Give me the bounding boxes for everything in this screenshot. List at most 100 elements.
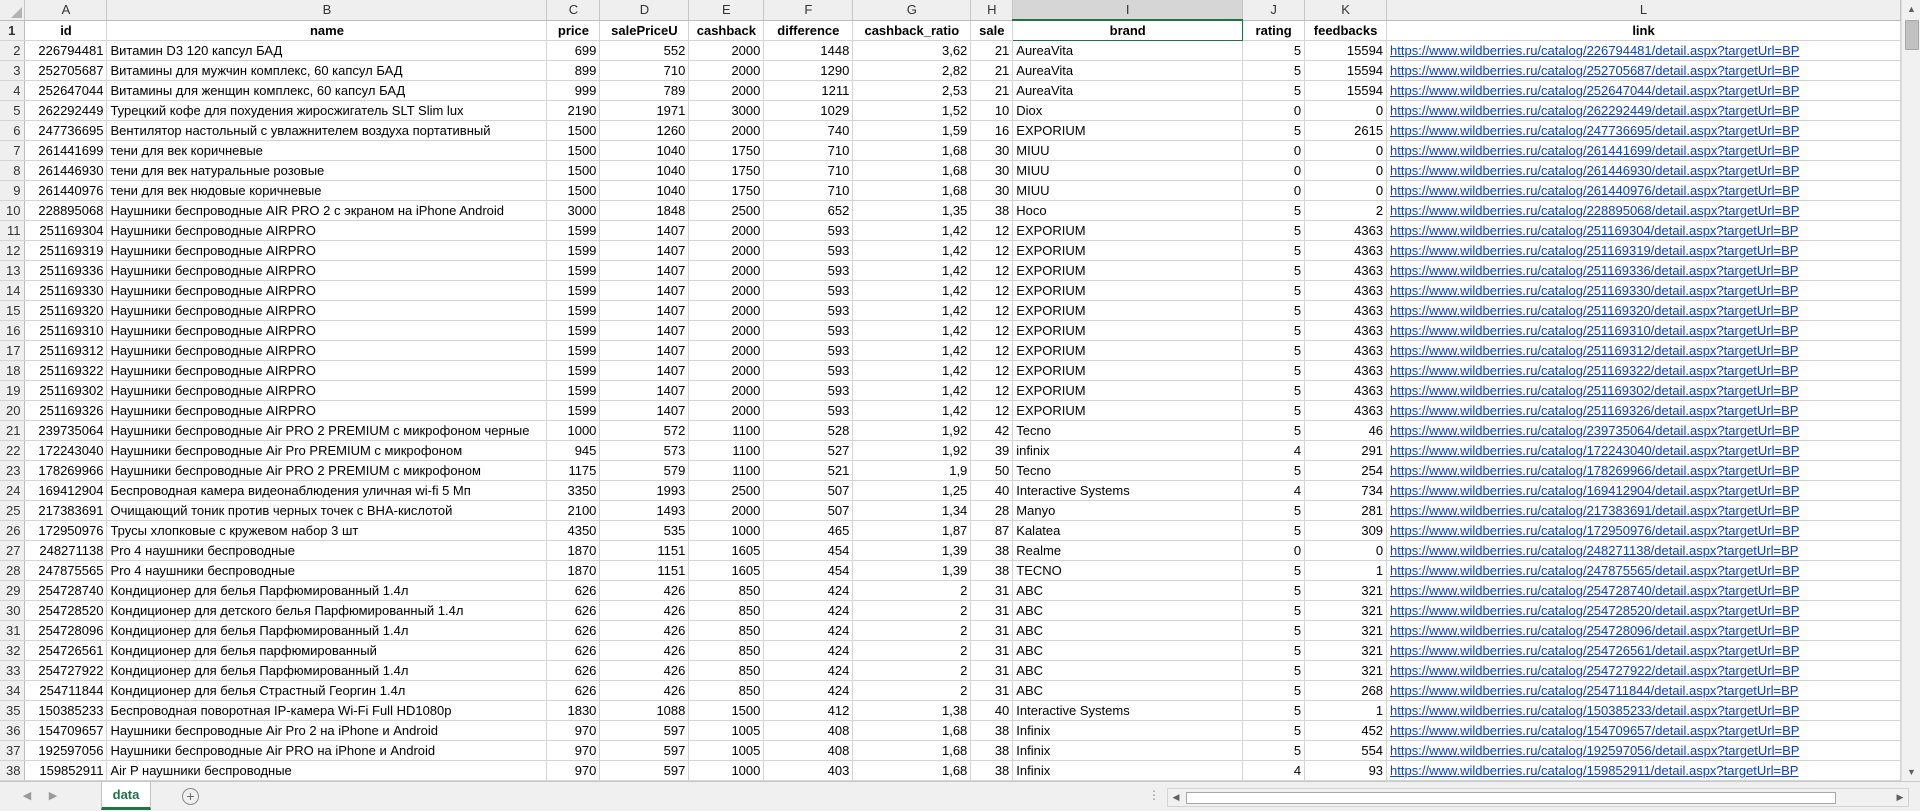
link-cell[interactable]: https://www.wildberries.ru/catalog/15470… [1386,720,1901,741]
table-cell[interactable]: 4363 [1304,280,1388,301]
link-cell[interactable]: https://www.wildberries.ru/catalog/24773… [1386,120,1901,141]
table-cell[interactable]: AureaVita [1012,80,1244,101]
table-cell[interactable]: 626 [546,600,601,621]
link-cell[interactable]: https://www.wildberries.ru/catalog/25116… [1386,240,1901,261]
table-cell[interactable]: 424 [763,600,854,621]
table-cell[interactable]: 593 [763,260,854,281]
table-cell[interactable]: 1,68 [852,720,972,741]
column-header-c[interactable]: C [546,0,601,21]
table-cell[interactable]: Наушники беспроводные Air PRO 2 PREMIUM … [106,420,548,441]
header-cell-salepriceu[interactable]: salePriceU [599,20,690,41]
table-cell[interactable]: 597 [599,760,690,781]
table-cell[interactable]: 2 [852,680,972,701]
table-cell[interactable]: 1599 [546,380,601,401]
link-cell[interactable]: https://www.wildberries.ru/catalog/26229… [1386,100,1901,121]
table-cell[interactable]: 454 [763,540,854,561]
table-cell[interactable]: 1407 [599,340,690,361]
table-cell[interactable]: 740 [763,120,854,141]
prev-sheet-arrow-icon[interactable]: ◀ [18,787,36,805]
table-cell[interactable]: 21 [970,80,1014,101]
table-cell[interactable]: 5 [1242,340,1306,361]
header-cell-brand[interactable]: brand [1012,19,1244,41]
table-cell[interactable]: 1599 [546,340,601,361]
table-cell[interactable]: 0 [1242,100,1306,121]
table-cell[interactable]: 38 [970,560,1014,581]
table-cell[interactable]: 593 [763,320,854,341]
table-cell[interactable]: 254 [1304,460,1388,481]
table-cell[interactable]: 15594 [1304,80,1388,101]
table-cell[interactable]: 2 [852,620,972,641]
table-cell[interactable]: Наушники беспроводные AIRPRO [106,300,548,321]
table-cell[interactable]: Вентилятор настольный с увлажнителем воз… [106,120,548,141]
table-cell[interactable]: EXPORIUM [1012,400,1244,421]
scroll-down-arrow-icon[interactable]: ▼ [1902,763,1920,781]
table-cell[interactable]: 1870 [546,560,601,581]
table-cell[interactable]: 408 [763,720,854,741]
table-cell[interactable]: EXPORIUM [1012,280,1244,301]
table-cell[interactable]: 452 [1304,720,1388,741]
table-cell[interactable]: 424 [763,580,854,601]
table-cell[interactable]: 626 [546,640,601,661]
table-cell[interactable]: 30 [970,140,1014,161]
table-cell[interactable]: 1750 [688,180,765,201]
table-cell[interactable]: 528 [763,420,854,441]
table-cell[interactable]: 789 [599,80,690,101]
table-cell[interactable]: 4363 [1304,340,1388,361]
table-cell[interactable]: EXPORIUM [1012,300,1244,321]
table-cell[interactable]: 4363 [1304,260,1388,281]
table-cell[interactable]: 5 [1242,40,1306,61]
table-cell[interactable]: 5 [1242,400,1306,421]
table-cell[interactable]: 573 [599,440,690,461]
table-cell[interactable]: 2000 [688,60,765,81]
row-header[interactable]: 12 [0,240,26,261]
row-header[interactable]: 33 [0,660,26,681]
link-cell[interactable]: https://www.wildberries.ru/catalog/25264… [1386,80,1901,101]
table-cell[interactable]: ABC [1012,600,1244,621]
row-header[interactable]: 28 [0,560,26,581]
column-header-i[interactable]: I [1012,0,1244,21]
table-cell[interactable]: EXPORIUM [1012,320,1244,341]
table-cell[interactable]: 261446930 [24,160,108,181]
header-cell-price[interactable]: price [546,20,601,41]
table-cell[interactable]: 1,68 [852,740,972,761]
table-cell[interactable]: 1260 [599,120,690,141]
table-cell[interactable]: Diox [1012,100,1244,121]
table-cell[interactable]: Наушники беспроводные AIRPRO [106,400,548,421]
table-cell[interactable]: 426 [599,600,690,621]
table-cell[interactable]: Наушники беспроводные AIRPRO [106,280,548,301]
table-cell[interactable]: 1,42 [852,320,972,341]
table-cell[interactable]: 1407 [599,380,690,401]
table-cell[interactable]: 252647044 [24,80,108,101]
table-cell[interactable]: 1100 [688,440,765,461]
table-cell[interactable]: Наушники беспроводные AIRPRO [106,380,548,401]
table-cell[interactable]: 1,9 [852,460,972,481]
table-cell[interactable]: 1,34 [852,500,972,521]
table-cell[interactable]: 1500 [546,180,601,201]
scroll-right-arrow-icon[interactable]: ▶ [1892,789,1908,806]
table-cell[interactable]: 535 [599,520,690,541]
table-cell[interactable]: 1100 [688,460,765,481]
table-cell[interactable]: 999 [546,80,601,101]
table-cell[interactable]: 426 [599,660,690,681]
link-cell[interactable]: https://www.wildberries.ru/catalog/25116… [1386,340,1901,361]
table-cell[interactable]: 1,59 [852,120,972,141]
table-cell[interactable]: 593 [763,400,854,421]
table-cell[interactable]: Tecno [1012,460,1244,481]
table-cell[interactable]: 2,53 [852,80,972,101]
table-cell[interactable]: 1500 [546,160,601,181]
table-cell[interactable]: 1,39 [852,540,972,561]
table-cell[interactable]: 403 [763,760,854,781]
table-cell[interactable]: 1599 [546,360,601,381]
table-cell[interactable]: 1040 [599,140,690,161]
row-header[interactable]: 22 [0,440,26,461]
table-cell[interactable]: 945 [546,440,601,461]
table-cell[interactable]: 424 [763,640,854,661]
table-cell[interactable]: 454 [763,560,854,581]
table-cell[interactable]: 1599 [546,400,601,421]
table-cell[interactable]: 1971 [599,100,690,121]
link-cell[interactable]: https://www.wildberries.ru/catalog/24827… [1386,540,1901,561]
header-cell-link[interactable]: link [1386,20,1901,41]
table-cell[interactable]: 1,68 [852,180,972,201]
table-cell[interactable]: 1000 [688,520,765,541]
table-cell[interactable]: Наушники беспроводные Air PRO на iPhone … [106,740,548,761]
